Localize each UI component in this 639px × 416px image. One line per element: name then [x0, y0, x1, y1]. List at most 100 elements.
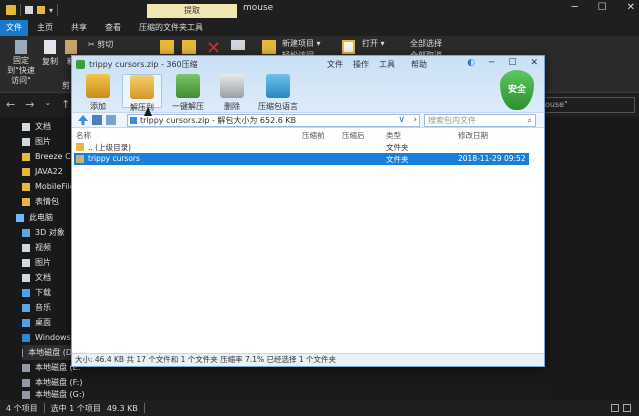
chevron-down-icon[interactable]: ▾ [49, 6, 53, 15]
sidebar-item-documents-2[interactable]: 文档 [22, 270, 51, 285]
sidebar-item-documents[interactable]: 文档 [22, 119, 51, 134]
large-icons-view-icon[interactable] [623, 404, 631, 412]
desktop-icon [22, 318, 30, 327]
folder-icon [22, 152, 30, 161]
column-name[interactable]: 名称 [76, 130, 91, 141]
sidebar-item-desktop[interactable]: 桌面 [22, 315, 51, 330]
sidebar-item-music[interactable]: 音乐 [22, 300, 51, 315]
document-icon [22, 273, 30, 282]
archive-search-input[interactable]: 搜索包内文件 ⌕ [424, 114, 536, 127]
sidebar-item-label: 表情包 [35, 197, 59, 206]
menu-action[interactable]: 操作 [353, 59, 369, 70]
minimize-icon[interactable]: ─ [572, 2, 578, 13]
security-shield-icon[interactable]: 安全 [500, 70, 534, 110]
sidebar-item-java22[interactable]: JAVA22 [22, 164, 63, 179]
search-icon[interactable]: ⌕ [528, 115, 532, 126]
maximize-icon[interactable]: ☐ [508, 58, 516, 68]
column-modified[interactable]: 修改日期 [458, 130, 488, 141]
drive-icon [22, 348, 24, 357]
sidebar-item-pictures[interactable]: 图片 [22, 134, 51, 149]
table-row[interactable]: trippy cursors 文件夹 2018-11-29 09:52 [74, 153, 529, 165]
view-thumbnail-icon[interactable] [106, 115, 116, 125]
properties-button[interactable] [340, 40, 356, 56]
tab-file[interactable]: 文件 [0, 20, 28, 36]
select-all-button[interactable]: 全部选择 [410, 38, 442, 49]
archive-path-field[interactable]: trippy cursors.zip - 解包大小为 652.6 KB ∨ › [127, 114, 420, 127]
folder-icon [76, 143, 84, 151]
open-button[interactable]: 打开 ▾ [362, 38, 385, 49]
sidebar-item-pictures-2[interactable]: 图片 [22, 255, 51, 270]
menu-file[interactable]: 文件 [327, 59, 343, 70]
sidebar-item-label: 本地磁盘 (D [28, 348, 72, 357]
maximize-icon[interactable]: ☐ [598, 2, 607, 13]
close-icon[interactable]: ✕ [530, 58, 538, 68]
scissors-icon: ✂ [88, 40, 95, 49]
move-to-button[interactable] [160, 40, 174, 56]
chevron-down-icon[interactable]: ∨ [398, 115, 405, 126]
go-arrow-icon[interactable]: › [413, 115, 417, 126]
copy-to-button[interactable] [182, 40, 196, 56]
archive-language-button[interactable]: 压缩包语言 [256, 74, 300, 112]
menu-tools[interactable]: 工具 [379, 59, 395, 70]
context-tab-extract[interactable]: 提取 [147, 4, 237, 18]
tab-share[interactable]: 共享 [62, 20, 96, 36]
one-click-extract-icon [176, 74, 200, 98]
add-label: 添加 [90, 102, 106, 111]
sidebar-item-3d-objects[interactable]: 3D 对象 [22, 225, 65, 240]
sidebar-item-label: 视频 [35, 243, 51, 252]
properties-icon[interactable] [25, 6, 33, 14]
window-title: mouse [243, 3, 274, 13]
windows-drive-icon [22, 333, 30, 342]
new-folder-icon[interactable] [37, 6, 45, 14]
one-click-extract-button[interactable]: 一键解压 [168, 74, 208, 112]
details-view-icon[interactable] [611, 404, 619, 412]
extract-to-button[interactable]: 解压到 [122, 74, 162, 112]
new-folder-button[interactable] [262, 40, 276, 56]
new-item-button[interactable]: 新建项目 ▾ [282, 38, 321, 49]
pin-label: 固定到"快速访问" [7, 56, 35, 85]
drive-icon [22, 378, 30, 387]
column-size-after[interactable]: 压缩后 [342, 130, 365, 141]
chevron-down-icon[interactable]: ⌄ [44, 98, 51, 111]
delete-button[interactable]: 删除 [212, 74, 252, 112]
doc-icon [22, 122, 30, 131]
select-all-label: 全部选择 [410, 39, 442, 48]
close-icon[interactable]: ✕ [627, 2, 635, 13]
explorer-search-input[interactable]: ouse" [540, 97, 635, 113]
pin-quick-access-button[interactable]: 固定到"快速访问" [4, 40, 38, 86]
divider [43, 403, 45, 413]
sidebar-item-downloads[interactable]: 下载 [22, 285, 51, 300]
column-type[interactable]: 类型 [386, 130, 401, 141]
add-button[interactable]: 添加 [78, 74, 118, 112]
copy-button[interactable]: 复制 [40, 40, 60, 67]
sidebar-item-label: 下载 [35, 288, 51, 297]
tab-home[interactable]: 主页 [28, 20, 62, 36]
ribbon-tabs: 文件 主页 共享 查看 压缩的文件夹工具 [0, 20, 639, 36]
forward-arrow-icon[interactable]: → [25, 98, 34, 111]
explorer-file-list[interactable] [545, 117, 639, 400]
zip-window: trippy cursors.zip - 360压缩 文件 操作 工具 帮助 ◐… [71, 55, 545, 367]
tab-view[interactable]: 查看 [96, 20, 130, 36]
sidebar-item-this-pc[interactable]: 此电脑 [16, 210, 53, 225]
minimize-icon[interactable]: ─ [489, 58, 494, 68]
sidebar-item-drive-d[interactable]: 本地磁盘 (D [22, 345, 72, 360]
security-badge-label: 安全 [507, 85, 526, 95]
tab-compressed-folder-tools[interactable]: 压缩的文件夹工具 [130, 20, 212, 36]
cut-button[interactable]: ✂ 剪切 [88, 39, 113, 50]
sidebar-item-label: 图片 [35, 137, 51, 146]
skin-icon[interactable]: ◐ [467, 58, 475, 68]
sidebar-item-videos[interactable]: 视频 [22, 240, 51, 255]
column-size-before[interactable]: 压缩前 [302, 130, 325, 141]
rename-button[interactable] [230, 40, 246, 52]
back-arrow-icon[interactable]: ← [6, 98, 15, 111]
sidebar-item-emoji[interactable]: 表情包 [22, 194, 59, 209]
up-level-icon[interactable] [78, 115, 88, 125]
up-arrow-icon[interactable]: ↑ [61, 98, 70, 111]
explorer-titlebar: ▾ 提取 mouse ─ ☐ ✕ [0, 0, 639, 20]
new-folder-icon [262, 40, 276, 54]
sidebar-item-mobilefile[interactable]: MobileFile [22, 179, 75, 194]
menu-help[interactable]: 帮助 [411, 59, 427, 70]
view-list-icon[interactable] [92, 115, 102, 125]
folder-icon [22, 167, 30, 176]
table-row[interactable]: .. (上级目录) 文件夹 [74, 141, 529, 153]
